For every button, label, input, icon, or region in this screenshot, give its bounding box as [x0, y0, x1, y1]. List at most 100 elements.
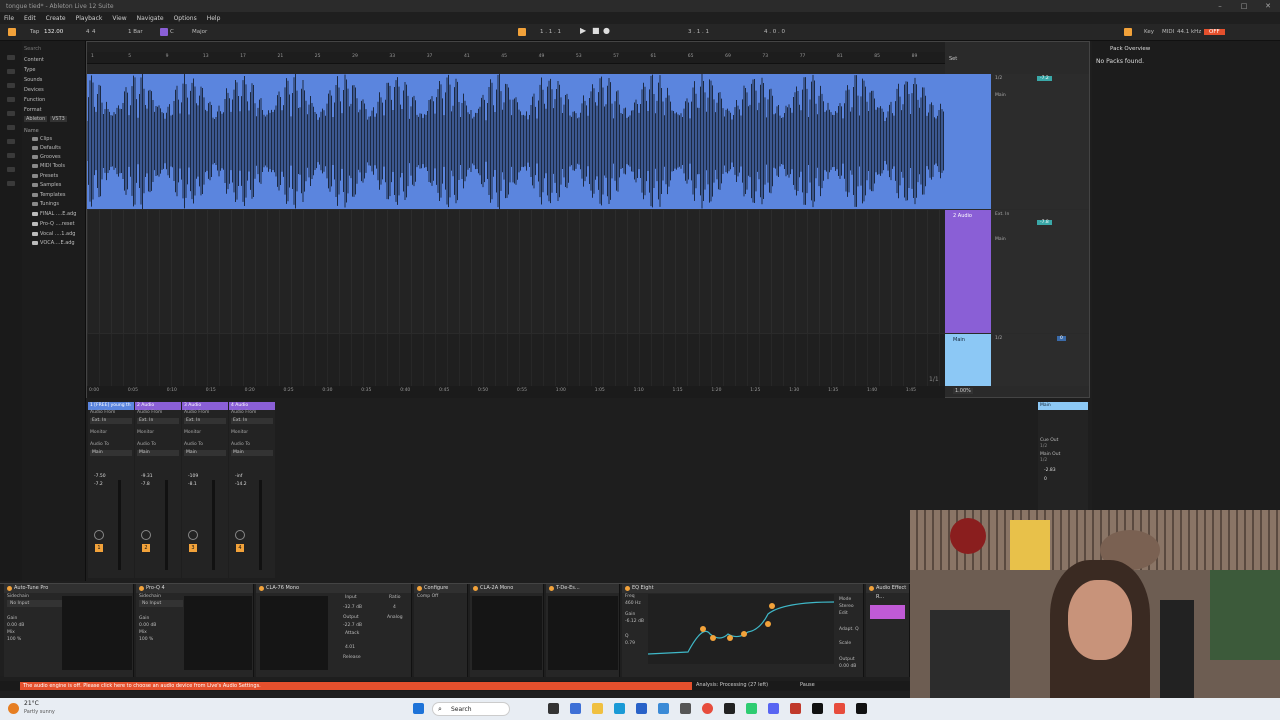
drums-icon[interactable] [7, 97, 15, 102]
audio-effects-icon[interactable] [7, 125, 15, 130]
volume-value[interactable]: -7.50 [94, 474, 106, 479]
temperature[interactable]: 21°C [24, 700, 39, 707]
audio-from-select[interactable]: Ext. In [231, 417, 273, 424]
windows-start-icon[interactable] [413, 703, 424, 714]
track-input[interactable]: 1/2 [995, 336, 1002, 341]
rack-chain[interactable] [870, 605, 905, 619]
audio-from-select[interactable]: Ext. In [137, 417, 179, 424]
instruments-icon[interactable] [7, 111, 15, 116]
send-knob[interactable] [235, 530, 245, 540]
app-icon[interactable] [636, 703, 647, 714]
edit-label[interactable]: Edit [836, 610, 848, 617]
send-knob[interactable] [188, 530, 198, 540]
output-value[interactable]: 0.00 dB [836, 663, 856, 670]
device-title[interactable]: EQ Eight [622, 584, 863, 593]
record-icon[interactable]: ● [603, 26, 610, 35]
track-input[interactable]: Ext. In [995, 212, 1009, 217]
filter-sounds[interactable]: Sounds [24, 77, 42, 83]
sidechain-input[interactable]: No Input [139, 600, 183, 607]
volume-fader[interactable] [165, 480, 168, 570]
arrangement-loop-icon[interactable] [518, 28, 526, 36]
plugin-display[interactable] [62, 596, 132, 670]
browser-item[interactable]: VOCA....E.adg [32, 240, 75, 246]
audio-to-select[interactable]: Main [231, 449, 273, 456]
task-view-icon[interactable] [548, 703, 559, 714]
locator-lane[interactable] [87, 64, 945, 74]
taskbar-search[interactable]: ⌕ Search [432, 702, 510, 716]
browser-toggle-icon[interactable] [8, 28, 16, 36]
minimize-icon[interactable]: – [1212, 0, 1228, 12]
close-icon[interactable]: ✕ [1260, 0, 1276, 12]
places-icon[interactable] [7, 69, 15, 74]
tag-ableton[interactable]: Ableton [24, 116, 48, 122]
volume-fader[interactable] [259, 480, 262, 570]
send-knob[interactable] [94, 530, 104, 540]
filter-type[interactable]: Type [24, 67, 35, 73]
sig-num[interactable]: 4 [86, 29, 90, 35]
ratio-value[interactable]: 4 [390, 604, 396, 611]
device-title[interactable]: CLA-76 Mono [256, 584, 411, 593]
device-title[interactable]: Configure [414, 584, 467, 593]
scale-select[interactable]: Major [192, 29, 207, 35]
menu-playback[interactable]: Playback [76, 15, 103, 22]
volume-value[interactable]: -inf [235, 474, 242, 479]
plugin-display[interactable] [184, 596, 252, 670]
audio-from-select[interactable]: Ext. In [184, 417, 226, 424]
app-icon[interactable] [724, 703, 735, 714]
device-title[interactable]: CLA-2A Mono [470, 584, 543, 593]
app-icon[interactable] [834, 703, 845, 714]
track-activator[interactable]: 3 [189, 544, 197, 552]
track-header-1[interactable] [945, 74, 991, 209]
menu-help[interactable]: Help [207, 15, 221, 22]
tag-vst3[interactable]: VST3 [50, 116, 67, 122]
pencil-icon[interactable] [1124, 28, 1132, 36]
device-title[interactable]: T-De-Es... [546, 584, 619, 593]
strip-title[interactable]: 3 Audio [182, 402, 228, 410]
ableton-icon[interactable] [812, 703, 823, 714]
sig-den[interactable]: 4 [92, 29, 96, 35]
position-field[interactable]: 1 . 1 . 1 [540, 29, 561, 35]
volume-fader[interactable] [212, 480, 215, 570]
menu-file[interactable]: File [4, 15, 14, 22]
track-lane-2[interactable] [87, 210, 945, 333]
plugin-display[interactable] [548, 596, 618, 670]
sounds-icon[interactable] [7, 83, 15, 88]
strip-title[interactable]: 1 [FREE] young th [88, 402, 134, 410]
name-column-header[interactable]: Name [24, 128, 39, 134]
zoom-field[interactable]: 1.00% [953, 388, 973, 394]
app-icon[interactable] [790, 703, 801, 714]
volume-value[interactable]: -9.31 [141, 474, 153, 479]
clips-icon[interactable] [7, 167, 15, 172]
menu-create[interactable]: Create [46, 15, 66, 22]
audio-clip[interactable] [87, 74, 945, 209]
loop-length-field[interactable]: 4 . 0 . 0 [764, 29, 785, 35]
plugin-display[interactable] [260, 596, 328, 670]
filter-content[interactable]: Content [24, 57, 44, 63]
track-volume[interactable]: -7.2 [1037, 76, 1052, 81]
strip-title[interactable]: 4 Audio [229, 402, 275, 410]
filter-format[interactable]: Format [24, 107, 42, 113]
pause-button[interactable]: Pause [800, 682, 815, 688]
release-value[interactable]: 4.01 [342, 644, 355, 651]
key-select[interactable]: C [170, 29, 174, 35]
app-icon[interactable] [570, 703, 581, 714]
output-value[interactable]: -22.7 dB [340, 622, 362, 629]
comp-label[interactable]: Comp Off [414, 593, 467, 600]
audio-to-select[interactable]: Main [90, 449, 132, 456]
filter-function[interactable]: Function [24, 97, 45, 103]
loop-start-field[interactable]: 3 . 1 . 1 [688, 29, 709, 35]
main-volume[interactable]: -2.83 [1038, 464, 1088, 477]
discord-icon[interactable] [768, 703, 779, 714]
browser-item[interactable]: Templates [32, 192, 65, 198]
browser-item[interactable]: MIDI Tools [32, 163, 65, 169]
maximize-icon[interactable]: □ [1236, 0, 1252, 12]
main-pan[interactable]: 0 [1038, 477, 1088, 482]
main-track-lane[interactable] [87, 334, 945, 386]
browser-search[interactable]: Search [24, 46, 41, 52]
cpu-badge[interactable]: OFF [1204, 29, 1225, 35]
menu-view[interactable]: View [112, 15, 126, 22]
track-output[interactable]: Main [995, 93, 1006, 98]
app-icon[interactable] [658, 703, 669, 714]
menu-navigate[interactable]: Navigate [137, 15, 164, 22]
strip-title[interactable]: 2 Audio [135, 402, 181, 410]
